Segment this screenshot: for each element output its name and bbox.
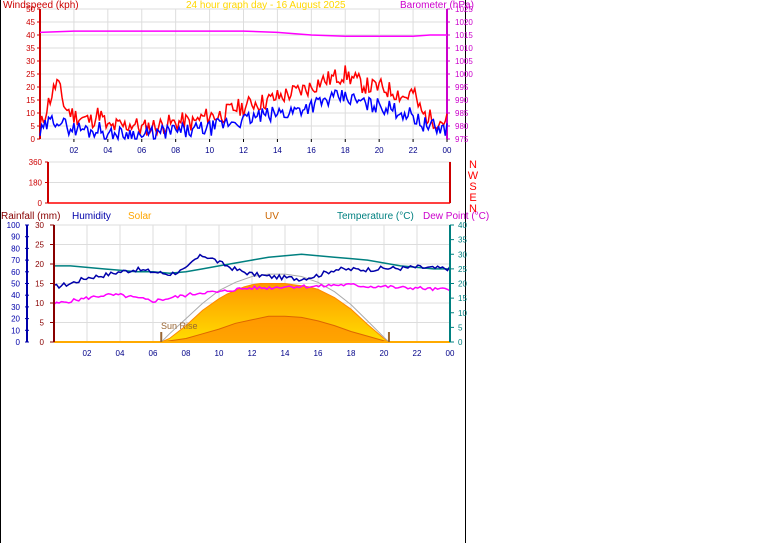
solar-axis-label: Solar: [128, 211, 152, 222]
dewpoint-axis-label: Dew Point (°C): [423, 211, 489, 222]
solar-temp-x-ticks: 02 04 06 08 10 12 14 16 18 20 22 00: [83, 349, 455, 358]
weather-charts-svg: 05101520253035404550 9759809859909951000…: [1, 0, 489, 358]
temperature-tick-label: 5: [458, 323, 463, 332]
rainfall-tick-label: 5: [40, 319, 45, 328]
humidity-tick-label: 10: [11, 326, 20, 335]
temperature-tick-label: 10: [458, 309, 467, 318]
barometer-y-tick-label: 1015: [455, 31, 473, 40]
uv-axis-label: UV: [265, 211, 279, 222]
humidity-tick-label: 80: [11, 244, 20, 253]
rainfall-tick-label: 25: [35, 241, 44, 250]
barometer-y-tick-label: 985: [455, 109, 469, 118]
barometer-y-tick-label: 980: [455, 122, 469, 131]
wind-x-tick-label: 18: [341, 146, 350, 155]
wind-x-tick-label: 08: [171, 146, 180, 155]
wind-x-tick-label: 06: [137, 146, 146, 155]
barometer-y-tick-label: 1000: [455, 70, 473, 79]
rainfall-tick-label: 15: [35, 280, 44, 289]
wind-x-ticks: 02 04 06 08 10 12 14 16 18 20 22 00: [69, 139, 452, 155]
solar-temp-x-tick-label: 10: [215, 349, 224, 358]
barometer-y-ticks: 975980985990995100010051010101510201025: [446, 5, 473, 144]
solar-temp-x-tick-label: 16: [314, 349, 323, 358]
solar-temp-x-tick-label: 02: [83, 349, 92, 358]
humidity-tick-label: 20: [11, 315, 20, 324]
wind-x-tick-label: 00: [443, 146, 452, 155]
temperature-tick-label: 25: [458, 265, 467, 274]
humidity-tick-label: 50: [11, 280, 20, 289]
temperature-tick-label: 30: [458, 250, 467, 259]
wind-x-tick-label: 20: [375, 146, 384, 155]
wind-x-tick-label: 04: [103, 146, 112, 155]
wind-y-tick-label: 25: [26, 70, 35, 79]
temperature-tick-label: 15: [458, 294, 467, 303]
chart-title: 24 hour graph day - 16 August 2025: [186, 0, 346, 11]
rainfall-tick-label: 10: [35, 299, 44, 308]
solar-temp-x-tick-label: 14: [281, 349, 290, 358]
solar-temp-x-tick-label: 04: [116, 349, 125, 358]
solar-temp-x-tick-label: 06: [149, 349, 158, 358]
barometer-y-tick-label: 995: [455, 83, 469, 92]
wind-y-tick-label: 45: [26, 18, 35, 27]
wind-x-tick-label: 12: [239, 146, 248, 155]
temperature-tick-label: 20: [458, 280, 467, 289]
wind-y-tick-label: 35: [26, 44, 35, 53]
wind-y-tick-label: 10: [26, 109, 35, 118]
temperature-tick-label: 40: [458, 221, 467, 230]
solar-temp-x-tick-label: 12: [248, 349, 257, 358]
barometer-y-tick-label: 975: [455, 135, 469, 144]
wind-x-tick-label: 02: [69, 146, 78, 155]
wind-y-ticks: 05101520253035404550: [26, 5, 41, 144]
humidity-tick-label: 60: [11, 268, 20, 277]
rainfall-tick-label: 0: [40, 338, 45, 347]
rainfall-tick-label: 20: [35, 260, 44, 269]
humidity-tick-label: 30: [11, 303, 20, 312]
wind-x-tick-label: 14: [273, 146, 282, 155]
barometer-y-tick-label: 1010: [455, 44, 473, 53]
solar-temp-x-tick-label: 22: [413, 349, 422, 358]
temperature-axis-label: Temperature (°C): [337, 211, 414, 222]
rainfall-axis-label: Rainfall (mm): [1, 211, 60, 222]
temperature-tick-label: 35: [458, 236, 467, 245]
solar-temp-x-tick-label: 20: [380, 349, 389, 358]
humidity-tick-label: 100: [7, 221, 21, 230]
wind-y-tick-label: 15: [26, 96, 35, 105]
humidity-tick-label: 40: [11, 291, 20, 300]
windspeed-axis-label: Windspeed (kph): [3, 0, 79, 11]
rainfall-tick-label: 30: [35, 221, 44, 230]
barometer-y-tick-label: 990: [455, 96, 469, 105]
wind-y-tick-label: 40: [26, 31, 35, 40]
humidity-tick-label: 90: [11, 233, 20, 242]
barometer-y-tick-label: 1005: [455, 57, 473, 66]
barometer-y-tick-label: 1020: [455, 18, 473, 27]
wind-y-tick-label: 5: [31, 122, 36, 131]
direction-y-tick-label: 180: [29, 179, 43, 188]
humidity-tick-label: 70: [11, 256, 20, 265]
direction-y-tick-label: 0: [38, 199, 43, 208]
wind-x-tick-label: 10: [205, 146, 214, 155]
sunrise-label: Sun Rise: [161, 321, 198, 331]
humidity-axis-label: Humidity: [72, 211, 111, 222]
barometer-axis-label: Barometer (hPa): [400, 0, 474, 11]
humidity-tick-label: 0: [16, 338, 21, 347]
solar-temp-x-tick-label: 08: [182, 349, 191, 358]
direction-y-tick-label: 360: [29, 158, 43, 167]
wind-x-tick-label: 16: [307, 146, 316, 155]
solar-temp-x-tick-label: 18: [347, 349, 356, 358]
temperature-tick-label: 0: [458, 338, 463, 347]
wind-y-tick-label: 0: [31, 135, 36, 144]
wind-y-tick-label: 20: [26, 83, 35, 92]
direction-compass-labels: NWSEN: [468, 159, 479, 215]
wind-x-tick-label: 22: [409, 146, 418, 155]
wind-y-tick-label: 30: [26, 57, 35, 66]
solar-temp-x-tick-label: 00: [446, 349, 455, 358]
